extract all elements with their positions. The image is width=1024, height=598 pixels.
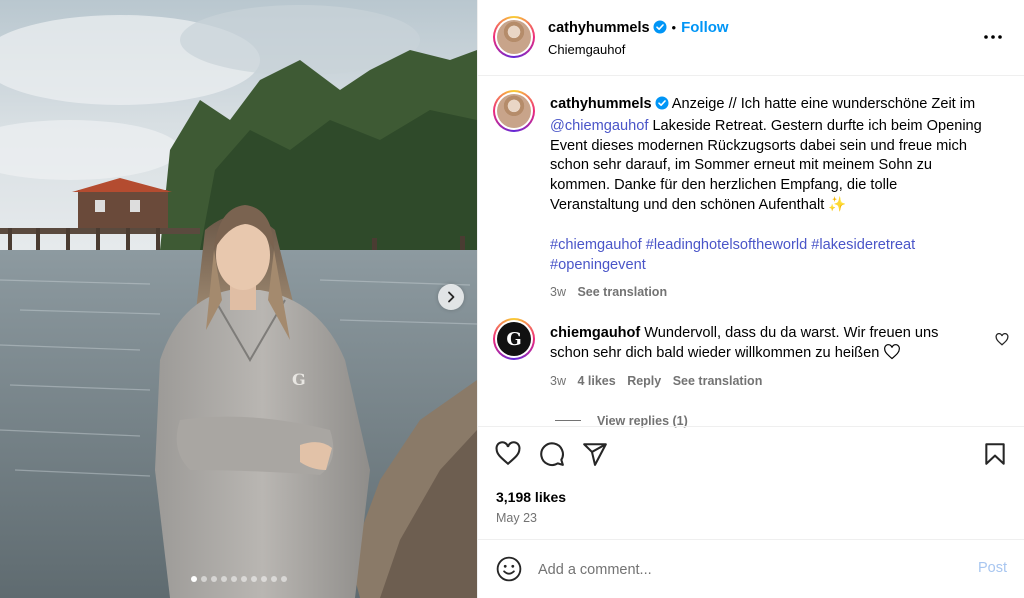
caption-username[interactable]: cathyhummels: [550, 96, 652, 112]
caption-hashtags: #chiemgauhof #leadinghotelsoftheworld #l…: [550, 236, 985, 276]
carousel-dot: [270, 576, 277, 582]
carousel-indicator: [0, 576, 477, 582]
caption-mention[interactable]: @chiemgauhof: [550, 118, 648, 134]
chiemgauhof-logo: G: [497, 322, 531, 356]
verified-badge-icon: [655, 96, 669, 117]
header-username[interactable]: cathyhummels: [548, 20, 650, 36]
svg-text:G: G: [292, 370, 306, 389]
carousel-dot: [240, 576, 247, 582]
comment-likes[interactable]: 4 likes: [577, 374, 615, 388]
replies-divider: [555, 420, 581, 421]
hashtag[interactable]: #openingevent: [550, 257, 646, 273]
comment-composer: Post: [478, 539, 1024, 598]
next-slide-button[interactable]: [438, 284, 464, 310]
caption-see-translation[interactable]: See translation: [577, 285, 667, 299]
caption: cathyhummels Anzeige // Ich hatte eine w…: [550, 95, 985, 303]
post-actions: 3,198 likes May 23: [478, 426, 1024, 538]
author-avatar[interactable]: [493, 16, 535, 58]
smiley-icon: [496, 556, 522, 582]
post-date[interactable]: May 23: [496, 511, 537, 525]
comment-input[interactable]: [538, 558, 958, 582]
post-side-panel: cathyhummels • Follow Chiemgauhof cathyhum…: [477, 0, 1024, 598]
carousel-dot: [250, 576, 257, 582]
carousel-dot: [280, 576, 287, 582]
heart-icon: [995, 332, 1009, 346]
more-horizontal-icon: [984, 35, 1002, 39]
emoji-button[interactable]: [496, 556, 524, 584]
heart-icon: [495, 441, 521, 466]
header-separator: •: [671, 20, 677, 35]
comment-age[interactable]: 3w: [550, 374, 566, 388]
caption-text: Anzeige // Ich hatte eine wunderschöne Z…: [671, 96, 976, 112]
comment: chiemgauhof Wundervoll, dass du da warst…: [550, 324, 970, 391]
post-header: cathyhummels • Follow Chiemgauhof: [478, 0, 1024, 76]
carousel-dot: [210, 576, 217, 582]
more-options-button[interactable]: [981, 25, 1005, 49]
caption-age[interactable]: 3w: [550, 285, 566, 299]
follow-button[interactable]: Follow: [681, 19, 729, 36]
caption-avatar[interactable]: [493, 90, 535, 132]
comment-username[interactable]: chiemgauhof: [550, 325, 640, 341]
post-photo: G: [0, 0, 477, 598]
post-media[interactable]: G: [0, 0, 477, 598]
post-comment-button[interactable]: Post: [978, 560, 1007, 576]
paper-plane-icon: [583, 443, 607, 466]
share-button[interactable]: [582, 441, 610, 469]
like-button[interactable]: [495, 441, 523, 469]
bookmark-icon: [985, 443, 1005, 465]
reply-button[interactable]: Reply: [627, 374, 661, 388]
chevron-right-icon: [448, 291, 455, 303]
carousel-dot: [230, 576, 237, 582]
post-location[interactable]: Chiemgauhof: [548, 42, 625, 57]
hashtag[interactable]: #leadinghotelsoftheworld: [646, 237, 807, 253]
carousel-dot: [220, 576, 227, 582]
likes-count[interactable]: 3,198 likes: [496, 489, 566, 505]
comment-see-translation[interactable]: See translation: [673, 374, 763, 388]
comment-meta: 3w 4 likes Reply See translation: [550, 372, 970, 392]
comment-button[interactable]: [539, 441, 567, 469]
save-button[interactable]: [982, 441, 1010, 469]
caption-meta: 3w See translation: [550, 283, 985, 303]
white-heart-emoji-icon: [884, 343, 901, 360]
comment-bubble-icon: [540, 442, 564, 467]
hashtag[interactable]: #chiemgauhof: [550, 237, 642, 253]
carousel-dot: [260, 576, 267, 582]
header-user-line: cathyhummels • Follow: [548, 19, 729, 37]
instagram-post: G cathyhummels • Follow Chiemgauhof cath…: [0, 0, 1024, 598]
sparkles-emoji: ✨: [828, 196, 847, 213]
carousel-dot: [190, 576, 197, 582]
carousel-dot: [200, 576, 207, 582]
hashtag[interactable]: #lakesideretreat: [811, 237, 915, 253]
comment-avatar[interactable]: G: [493, 318, 535, 360]
verified-badge-icon: [653, 20, 667, 37]
comment-like-button[interactable]: [995, 332, 1009, 349]
